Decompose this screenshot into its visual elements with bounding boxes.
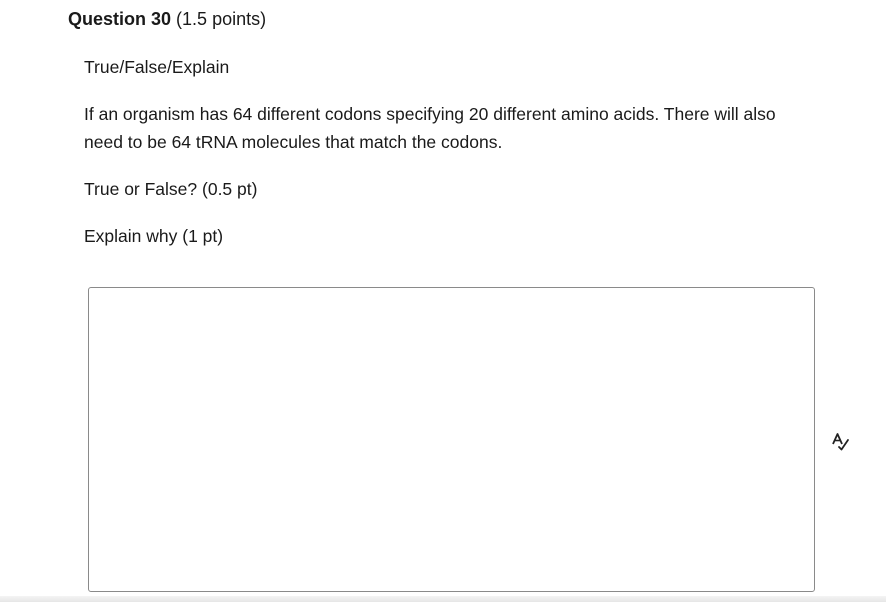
- sub-question-true-false: True or False? (0.5 pt): [84, 179, 258, 199]
- sub-question-explain: Explain why (1 pt): [84, 226, 224, 246]
- question-points: (1.5 points): [176, 9, 267, 29]
- question-prompt: If an organism has 64 different codons s…: [84, 104, 776, 152]
- answer-box: [88, 287, 815, 592]
- spellcheck-icon[interactable]: [829, 430, 851, 452]
- answer-textarea[interactable]: [89, 288, 814, 591]
- question-type: True/False/Explain: [84, 57, 230, 77]
- bottom-bar: [0, 596, 886, 602]
- question-header: Question 30 (1.5 points): [68, 7, 266, 31]
- question-number: Question 30: [68, 9, 172, 29]
